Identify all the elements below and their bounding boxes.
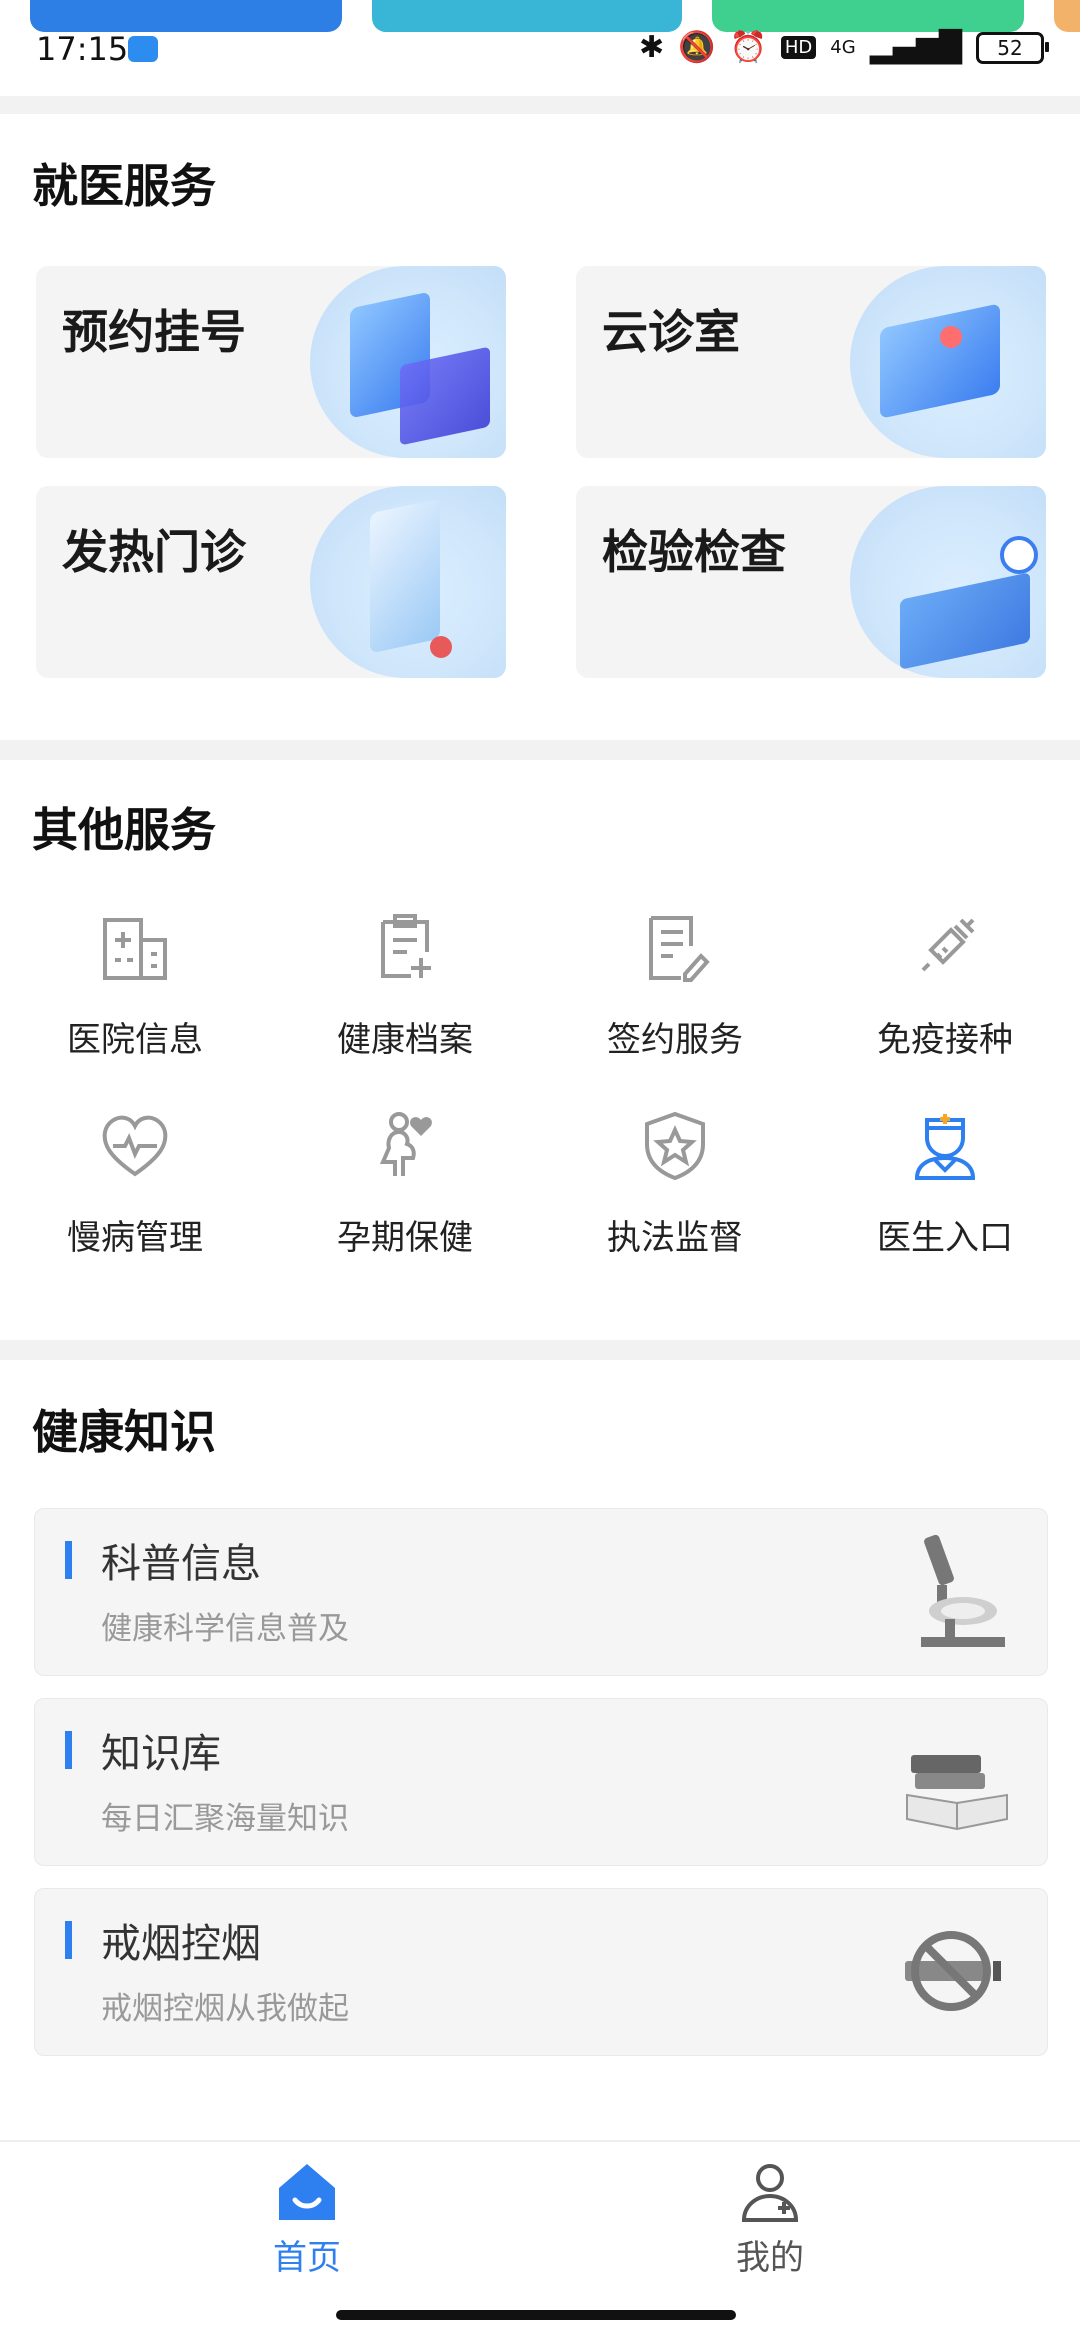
knowledge-card-subtitle: 戒烟控烟从我做起 [101,1991,349,2027]
hd-icon: HD [780,36,817,59]
doctor-icon [914,1114,976,1180]
tab-home-label: 首页 [273,2238,341,2278]
section-divider [0,96,1080,114]
tab-mine[interactable]: 我的 [670,2160,870,2279]
service-law-enforcement-label: 执法监督 [607,1218,743,1258]
medical-services-title: 就医服务 [32,159,216,213]
home-indicator [336,2310,736,2320]
tab-mine-label: 我的 [736,2238,804,2278]
accent-bar [65,1541,72,1579]
quick-button-3[interactable] [712,0,1024,32]
knowledge-card-no-smoking[interactable]: 戒烟控烟 戒烟控烟从我做起 [34,1888,1048,2056]
card-lab-test[interactable]: 检验检查 [576,486,1046,678]
tab-home[interactable]: 首页 [207,2160,407,2279]
microscope-icon [921,1534,1005,1647]
accent-bar [65,1731,72,1769]
service-hospital-info-label: 医院信息 [67,1020,203,1060]
accent-bar [65,1921,72,1959]
knowledge-card-title: 知识库 [101,1731,221,1777]
service-vaccine[interactable]: 免疫接种 [810,912,1080,1061]
service-doctor-entry[interactable]: 医生入口 [810,1110,1080,1259]
other-services-title: 其他服务 [32,803,216,857]
service-pregnancy[interactable]: 孕期保健 [270,1110,540,1259]
cloud-clinic-illustration [850,266,1046,458]
knowledge-card-subtitle: 每日汇聚海量知识 [101,1801,349,1837]
section-divider [0,740,1080,760]
mute-icon: 🔕 [678,30,716,65]
contract-icon [649,916,710,982]
knowledge-card-popular-science[interactable]: 科普信息 健康科学信息普及 [34,1508,1048,1676]
bluetooth-icon: ✱ [639,30,665,65]
status-icons: ✱ 🔕 ⏰ HD 4G ▂▄▆█ 52 [639,30,1049,65]
battery-level: 52 [997,35,1023,60]
app-notification-icon [128,36,158,62]
home-icon [279,2164,335,2220]
knowledge-card-subtitle: 健康科学信息普及 [101,1611,349,1647]
health-record-icon [381,914,431,978]
quick-button-4[interactable] [1054,0,1080,32]
vaccine-icon [921,918,975,972]
heart-pulse-icon [102,1115,168,1177]
card-cloud-clinic-label: 云诊室 [602,305,740,359]
shield-star-icon [645,1111,705,1181]
service-contract[interactable]: 签约服务 [540,912,810,1061]
network-label: 4G [830,37,856,58]
books-icon [906,1755,1008,1831]
service-health-record-label: 健康档案 [337,1020,473,1060]
service-health-record[interactable]: 健康档案 [270,912,540,1061]
quick-button-2[interactable] [372,0,682,32]
service-vaccine-label: 免疫接种 [877,1020,1013,1060]
card-lab-test-label: 检验检查 [602,525,786,579]
signal-icon: ▂▄▆█ [869,30,962,65]
hospital-icon [103,918,167,980]
card-cloud-clinic[interactable]: 云诊室 [576,266,1046,458]
no-smoking-icon [905,1931,1001,2011]
service-chronic-disease-label: 慢病管理 [67,1218,203,1258]
knowledge-card-library[interactable]: 知识库 每日汇聚海量知识 [34,1698,1048,1866]
battery-icon: 52 [976,31,1049,64]
status-bar: 17:15 ✱ 🔕 ⏰ HD 4G ▂▄▆█ 52 [0,30,1080,90]
section-divider [0,1340,1080,1360]
appointment-illustration [310,266,506,458]
top-quick-buttons [0,0,1080,32]
card-fever-clinic[interactable]: 发热门诊 [36,486,506,678]
lab-test-illustration [850,486,1046,678]
pregnancy-icon [379,1112,432,1176]
service-doctor-entry-label: 医生入口 [877,1218,1013,1258]
user-icon [741,2164,799,2222]
service-chronic-disease[interactable]: 慢病管理 [0,1110,270,1259]
service-hospital-info[interactable]: 医院信息 [0,912,270,1061]
card-appointment[interactable]: 预约挂号 [36,266,506,458]
quick-button-1[interactable] [30,0,342,32]
alarm-icon: ⏰ [729,30,767,65]
service-pregnancy-label: 孕期保健 [337,1218,473,1258]
service-contract-label: 签约服务 [607,1020,743,1060]
service-law-enforcement[interactable]: 执法监督 [540,1110,810,1259]
card-fever-clinic-label: 发热门诊 [62,525,246,579]
knowledge-card-title: 戒烟控烟 [101,1921,261,1967]
status-time: 17:15 [36,30,129,68]
knowledge-card-title: 科普信息 [101,1541,261,1587]
fever-clinic-illustration [310,486,506,678]
health-knowledge-title: 健康知识 [32,1405,216,1459]
card-appointment-label: 预约挂号 [62,305,246,359]
